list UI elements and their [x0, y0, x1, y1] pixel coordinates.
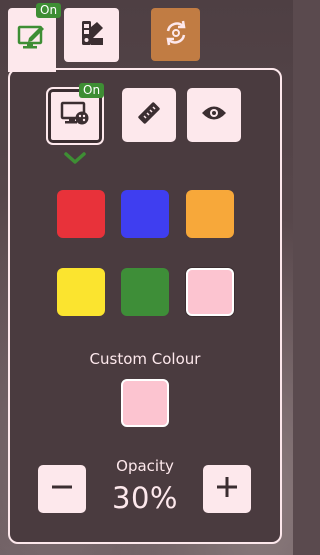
opacity-value: 30%	[112, 481, 178, 515]
overlay-on-badge: On	[79, 83, 105, 98]
eye-icon	[200, 103, 228, 127]
top-toolbar: On	[0, 0, 293, 70]
colour-swatch-green[interactable]	[121, 268, 169, 316]
chevron-down-icon[interactable]	[63, 150, 87, 169]
colour-swatch-blue[interactable]	[121, 190, 169, 238]
rotate-sync-button[interactable]	[151, 8, 200, 61]
custom-colour-label: Custom Colour	[89, 350, 201, 368]
rotate-sync-icon	[161, 18, 191, 52]
panel-tab-connector	[8, 66, 56, 72]
minus-icon	[48, 473, 76, 505]
palette-tab[interactable]	[64, 8, 119, 62]
draw-on-badge: On	[36, 3, 62, 18]
colour-swatch-orange[interactable]	[186, 190, 234, 238]
opacity-decrease-button[interactable]	[38, 465, 86, 513]
plus-icon	[213, 473, 241, 505]
colour-swatch-pink[interactable]	[186, 268, 234, 316]
visibility-tool-button[interactable]	[187, 88, 241, 142]
screen-palette-icon	[60, 101, 90, 131]
opacity-label: Opacity	[116, 457, 174, 475]
swatch-book-icon	[78, 18, 106, 52]
colour-swatch-red[interactable]	[57, 190, 105, 238]
ruler-icon	[135, 99, 163, 131]
ruler-tool-button[interactable]	[122, 88, 176, 142]
custom-colour-swatch[interactable]	[121, 379, 169, 427]
colour-swatch-yellow[interactable]	[57, 268, 105, 316]
opacity-increase-button[interactable]	[203, 465, 251, 513]
screen-pen-icon	[17, 23, 47, 55]
